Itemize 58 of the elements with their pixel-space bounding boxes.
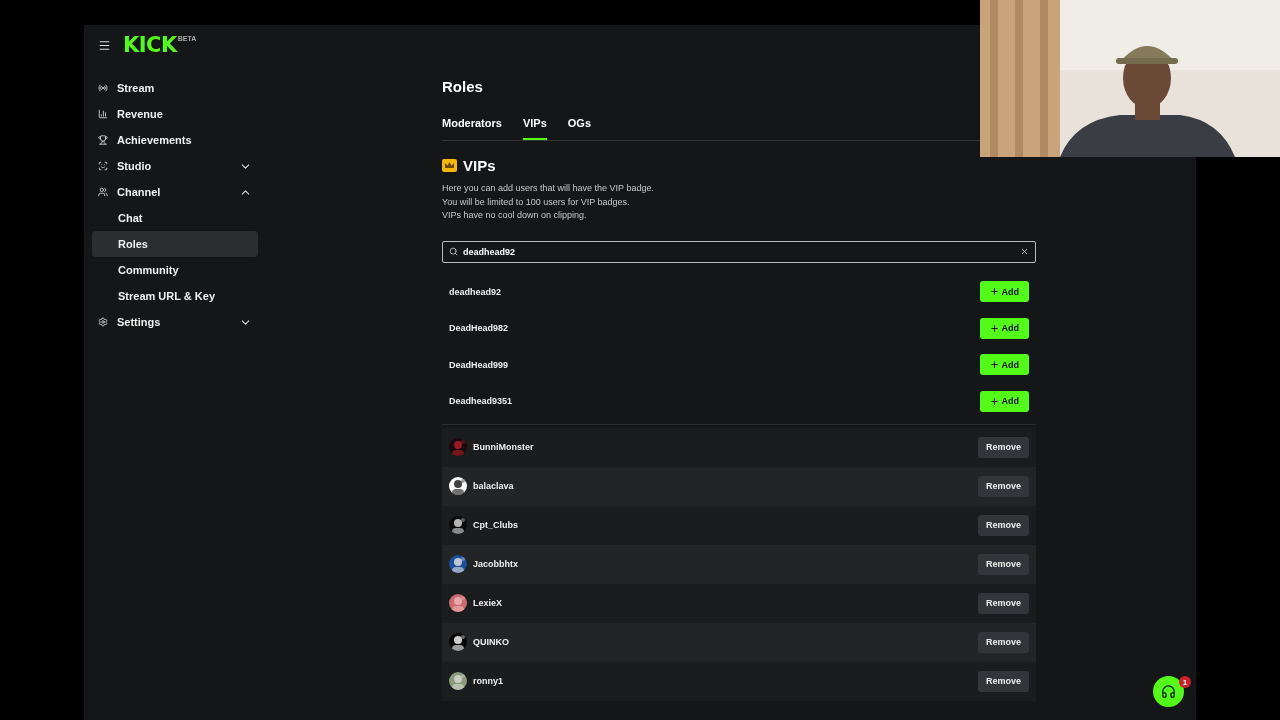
tab[interactable]: Moderators bbox=[442, 117, 502, 140]
sidebar-item[interactable]: Settings bbox=[92, 309, 258, 335]
description-text: Here you can add users that will have the VIP badge. bbox=[442, 182, 655, 195]
search-icon bbox=[449, 247, 458, 256]
tab[interactable]: OGs bbox=[567, 117, 591, 140]
remove-button[interactable]: Remove bbox=[978, 436, 1029, 458]
tab[interactable]: VIPs bbox=[522, 117, 547, 140]
sidebar-item[interactable]: Channel bbox=[92, 179, 258, 205]
add-button[interactable]: Add bbox=[979, 317, 1029, 339]
remove-button[interactable]: Remove bbox=[978, 592, 1029, 614]
username: Deadhead9351 bbox=[449, 396, 513, 407]
page-title: Roles bbox=[442, 78, 484, 95]
username: BunniMonster bbox=[473, 442, 534, 452]
username: DeadHead999 bbox=[449, 359, 509, 370]
chart-icon bbox=[98, 109, 108, 119]
username: LexieX bbox=[473, 598, 503, 608]
crown-icon bbox=[442, 159, 457, 172]
remove-button[interactable]: Remove bbox=[978, 670, 1029, 692]
sidebar-subitem[interactable]: Roles bbox=[92, 231, 258, 257]
username: Cpt_Clubs bbox=[473, 520, 518, 530]
remove-button[interactable]: Remove bbox=[978, 553, 1029, 575]
add-button[interactable]: Add bbox=[979, 390, 1029, 412]
section-title: VIPs bbox=[463, 157, 496, 174]
plus-icon bbox=[989, 396, 999, 406]
broadcast-icon bbox=[98, 83, 108, 93]
remove-button[interactable]: Remove bbox=[978, 631, 1029, 653]
trophy-icon bbox=[98, 135, 108, 145]
sidebar-item[interactable]: Revenue bbox=[92, 101, 258, 127]
add-button[interactable]: Add bbox=[979, 354, 1029, 376]
username: balaclava bbox=[473, 481, 514, 491]
search-input[interactable]: deadhead92 bbox=[463, 246, 1015, 257]
scan-icon bbox=[98, 161, 108, 171]
settings-icon bbox=[98, 317, 108, 327]
close-icon[interactable] bbox=[1020, 247, 1029, 256]
plus-icon bbox=[989, 360, 999, 370]
add-button[interactable]: Add bbox=[979, 281, 1029, 303]
sidebar-subitem[interactable]: Chat bbox=[92, 205, 258, 231]
search-field[interactable]: deadhead92 bbox=[442, 240, 1036, 263]
username: deadhead92 bbox=[449, 286, 502, 297]
sidebar-subitem[interactable]: Stream URL & Key bbox=[92, 283, 258, 309]
plus-icon bbox=[989, 287, 999, 297]
sidebar-item[interactable]: Studio bbox=[92, 153, 258, 179]
username: DeadHead982 bbox=[449, 323, 509, 334]
username: Jacobbhtx bbox=[473, 559, 518, 569]
menu-icon[interactable] bbox=[98, 38, 111, 52]
description-text: VIPs have no cool down on clipping. bbox=[442, 209, 588, 222]
sidebar-subitem[interactable]: Community bbox=[92, 257, 258, 283]
headset-icon bbox=[1161, 684, 1176, 699]
remove-button[interactable]: Remove bbox=[978, 514, 1029, 536]
description-text: You will be limited to 100 users for VIP badges. bbox=[442, 195, 631, 209]
username: QUINKO bbox=[473, 637, 509, 647]
remove-button[interactable]: Remove bbox=[978, 475, 1029, 497]
sidebar-item[interactable]: Achievements bbox=[92, 127, 258, 153]
sidebar-item[interactable]: Stream bbox=[92, 75, 258, 101]
users-icon bbox=[98, 187, 108, 197]
plus-icon bbox=[989, 323, 999, 333]
username: ronny1 bbox=[473, 676, 503, 686]
logo-wordmark[interactable]: KICK bbox=[123, 33, 177, 57]
